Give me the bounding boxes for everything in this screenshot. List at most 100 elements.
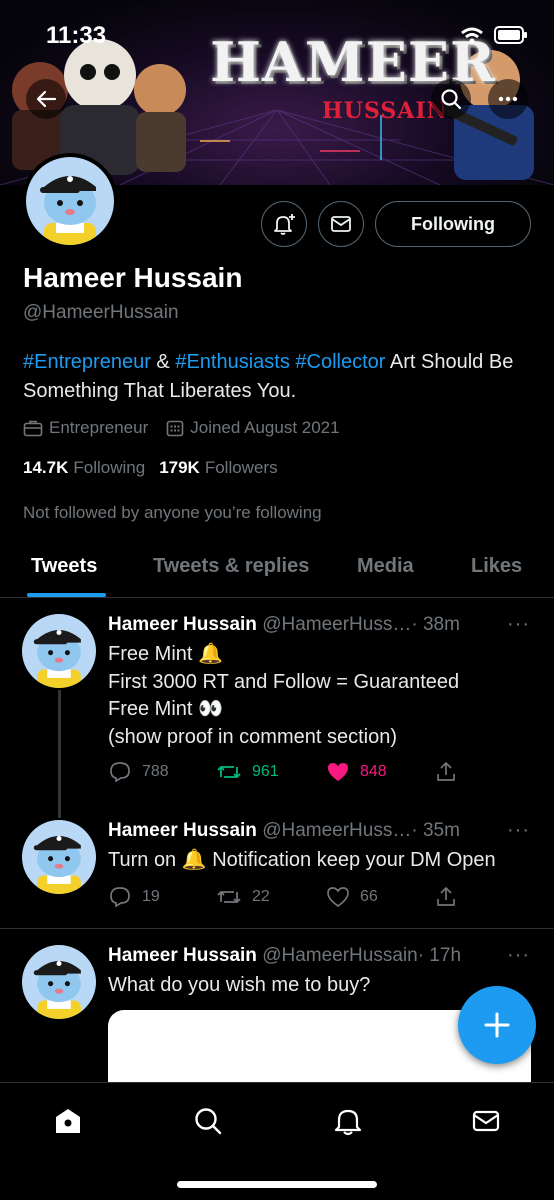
hashtag-link[interactable]: #Entrepreneur [23,351,151,373]
thread-line [58,690,61,818]
banner-subtitle: HUSSAIN [322,98,448,124]
nav-search[interactable] [188,1101,228,1141]
following-count-link[interactable]: 14.7K Following [23,458,145,478]
avatar-image [22,945,96,1019]
more-icon [498,96,518,102]
reply-icon [110,762,130,783]
home-icon [56,1109,80,1133]
tweet-author-handle: @HameerHussain [262,945,418,966]
status-icons [460,26,528,44]
status-time: 11:33 [46,22,107,49]
hashtag-link[interactable]: #Collector [295,351,385,373]
mail-icon [331,216,351,232]
search-button[interactable] [431,79,471,119]
tweet-time: · 35m [411,820,460,841]
nav-notifications[interactable] [328,1101,368,1141]
tweet-actions: 788 961 848 [108,760,468,786]
followers-count: 179K [159,458,200,477]
bell-plus-icon [274,214,295,235]
profile-name: Hameer Hussain [23,262,243,293]
back-arrow-icon [36,90,57,108]
tweet-divider [0,928,554,929]
search-icon [441,89,462,110]
tab-likes[interactable]: Likes [471,555,522,578]
active-tab-indicator [27,593,106,597]
like-count: 848 [360,763,387,780]
tweet-line: First 3000 RT and Follow = Guaranteed [108,670,460,693]
profile-joined: Joined August 2021 [166,418,340,438]
tab-tweets[interactable]: Tweets [31,555,97,578]
tweet-header: Hameer Hussain @HameerHuss…· 38m [108,614,460,636]
tweet-time: · 38m [411,614,460,635]
message-button[interactable] [318,201,364,247]
following-count: 14.7K [23,458,69,477]
tweet-header: Hameer Hussain @HameerHuss…· 35m [108,820,460,842]
reply-button[interactable]: 19 [108,885,160,909]
share-button[interactable] [434,760,458,784]
tweet-avatar[interactable] [22,614,96,688]
like-count: 66 [360,888,378,905]
tab-media[interactable]: Media [357,555,414,578]
profile-meta: Entrepreneur Joined August 2021 [23,418,358,438]
back-button[interactable] [26,79,66,119]
tweet-author-name[interactable]: Hameer Hussain [108,945,257,966]
tweet-author-name[interactable]: Hameer Hussain [108,820,257,841]
avatar-image [22,820,96,894]
share-button[interactable] [434,885,458,909]
compose-button[interactable] [458,986,536,1064]
tweet-text: Free Mint 🔔 First 3000 RT and Follow = G… [108,641,538,751]
following-label: Following [73,458,146,477]
following-button[interactable]: Following [375,201,531,247]
retweet-icon [217,766,241,778]
followers-label: Followers [204,458,278,477]
avatar-image [22,614,96,688]
category-text: Entrepreneur [49,418,149,437]
followers-count-link[interactable]: 179K Followers [159,458,277,478]
messages-icon [472,1110,500,1132]
tweet-line: Free Mint 👀 [108,698,223,720]
more-button[interactable] [488,79,528,119]
wifi-icon [461,27,483,44]
home-indicator [177,1181,377,1188]
retweet-button[interactable]: 22 [216,885,270,909]
profile-avatar[interactable] [22,153,118,249]
heart-icon [328,763,348,781]
share-icon [437,887,455,906]
not-followed-note: Not followed by anyone you’re following [23,503,322,522]
tweet-avatar[interactable] [22,945,96,1019]
tweet-more-button[interactable]: ··· [507,819,530,842]
like-button[interactable]: 848 [326,760,387,784]
reply-icon [110,887,130,908]
briefcase-icon [23,420,43,437]
search-icon [195,1108,222,1135]
retweet-button[interactable]: 961 [216,760,279,784]
bio-text: & [150,351,176,373]
joined-text: Joined August 2021 [190,418,340,437]
tweet-actions: 19 22 66 [108,885,468,911]
follow-counts: 14.7K Following 179K Followers [23,458,278,478]
tweet-more-button[interactable]: ··· [507,613,530,636]
nav-messages[interactable] [466,1101,506,1141]
tweet-avatar[interactable] [22,820,96,894]
tweet-line: Free Mint 🔔 [108,643,223,665]
reply-button[interactable]: 788 [108,760,169,784]
tweet-time: · 17h [417,945,462,966]
battery-icon [494,26,527,44]
retweet-count: 22 [252,888,270,905]
compose-plus-icon [484,1012,510,1038]
like-button[interactable]: 66 [326,885,378,909]
avatar-image [26,157,114,245]
hashtag-link[interactable]: #Enthusiasts [175,351,290,373]
tweet-author-handle: @HameerHuss… [262,820,412,841]
tweet-text: Turn on 🔔 Notification keep your DM Open [108,847,538,875]
tab-tweets-replies[interactable]: Tweets & replies [153,555,309,578]
tweet-author-name[interactable]: Hameer Hussain [108,614,257,635]
notify-button[interactable] [261,201,307,247]
reply-count: 19 [142,888,160,905]
tweet-more-button[interactable]: ··· [507,944,530,967]
retweet-count: 961 [252,763,279,780]
profile-bio: #Entrepreneur & #Enthusiasts #Collector … [23,348,533,406]
calendar-icon [166,420,184,437]
nav-home[interactable] [48,1101,88,1141]
reply-count: 788 [142,763,169,780]
